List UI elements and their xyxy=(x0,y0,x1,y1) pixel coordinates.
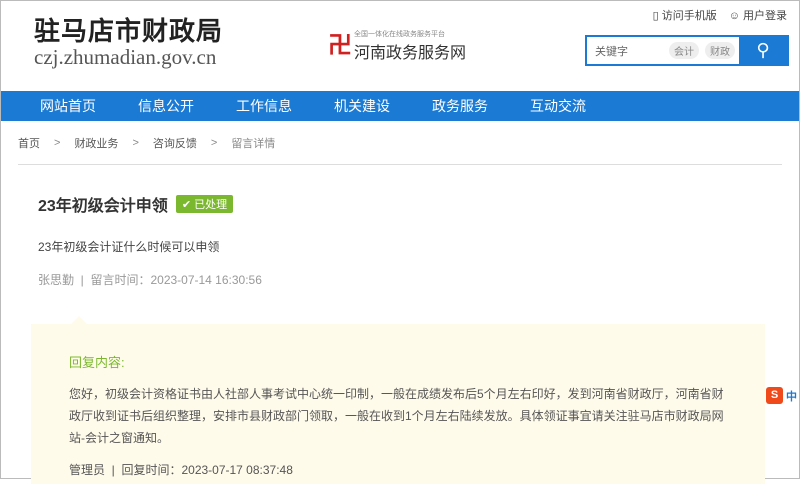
search-box: 关键字 会计 财政 ⚲ xyxy=(585,35,789,66)
mobile-label: 访问手机版 xyxy=(661,10,717,22)
header: 驻马店市财政局 czj.zhumadian.gov.cn 卍 全国一体化在线政务… xyxy=(1,1,799,91)
breadcrumb: 首页 > 财政业务 > 咨询反馈 > 留言详情 xyxy=(18,121,782,165)
nav-item-home[interactable]: 网站首页 xyxy=(19,91,117,121)
reply-author: 管理员 xyxy=(69,463,106,477)
reply-time: 回复时间：2023-07-17 08:37:48 xyxy=(121,463,293,477)
phone-icon: ▯ xyxy=(652,10,659,22)
question-time: 留言时间：2023-07-14 16:30:56 xyxy=(90,273,262,287)
search-placeholder: 关键字 xyxy=(595,45,628,58)
chevron-right-icon: > xyxy=(210,136,218,149)
check-circle-icon: ✔ xyxy=(181,199,192,211)
login-link[interactable]: ☺ 用户登录 xyxy=(729,7,787,23)
chevron-right-icon: > xyxy=(132,136,139,149)
crumb-home[interactable]: 首页 xyxy=(18,135,40,151)
crumb-current: 留言详情 xyxy=(231,137,276,150)
site-title[interactable]: 驻马店市财政局 xyxy=(34,11,223,48)
ime-toolbar[interactable]: S中 xyxy=(766,387,797,404)
henan-gov-logo[interactable]: 卍 全国一体化在线政务服务平台河南政务服务网 xyxy=(328,29,466,63)
search-tag[interactable]: 会计 xyxy=(669,42,699,59)
henan-logo-icon: 卍 xyxy=(328,32,352,59)
question-title: 23年初级会计申领 xyxy=(38,198,168,215)
search-tag[interactable]: 财政 xyxy=(705,42,735,59)
nav-item-interact[interactable]: 互动交流 xyxy=(509,91,607,121)
status-badge: ✔ 已处理 xyxy=(175,195,234,213)
crumb-consult[interactable]: 咨询反馈 xyxy=(153,135,197,151)
main-nav: 网站首页 信息公开 工作信息 机关建设 政务服务 互动交流 xyxy=(1,91,799,121)
reply-heading: 回复内容: xyxy=(69,355,125,370)
mobile-link[interactable]: ▯ 访问手机版 xyxy=(653,7,717,23)
question-text: 23年初级会计证什么时候可以申领 xyxy=(38,240,220,254)
reply-box: 回复内容: 您好，初级会计资格证书由人社部人事考试中心统一印制，一般在成绩发布后… xyxy=(31,316,765,484)
site-url: czj.zhumadian.gov.cn xyxy=(34,45,217,69)
status-label: 已处理 xyxy=(194,199,228,211)
search-icon: ⚲ xyxy=(756,40,770,60)
ime-mode[interactable]: 中 xyxy=(786,388,797,404)
chevron-right-icon: > xyxy=(54,136,61,149)
crumb-finance[interactable]: 财政业务 xyxy=(74,135,118,151)
henan-small: 全国一体化在线政务服务平台 xyxy=(354,31,445,38)
sogou-icon: S xyxy=(766,387,783,404)
nav-item-service[interactable]: 政务服务 xyxy=(411,91,509,121)
henan-big: 河南政务服务网 xyxy=(354,45,467,62)
nav-item-work[interactable]: 工作信息 xyxy=(215,91,313,121)
nav-item-org[interactable]: 机关建设 xyxy=(313,91,411,121)
nav-item-info[interactable]: 信息公开 xyxy=(117,91,215,121)
search-input[interactable]: 关键字 会计 财政 xyxy=(587,37,739,64)
user-icon: ☺ xyxy=(728,10,740,22)
question-author: 张思勤 xyxy=(38,273,75,287)
reply-text: 您好，初级会计资格证书由人社部人事考试中心统一印制，一般在成绩发布后5个月左右印… xyxy=(69,387,724,445)
login-label: 用户登录 xyxy=(743,10,787,22)
search-button[interactable]: ⚲ xyxy=(739,37,787,64)
